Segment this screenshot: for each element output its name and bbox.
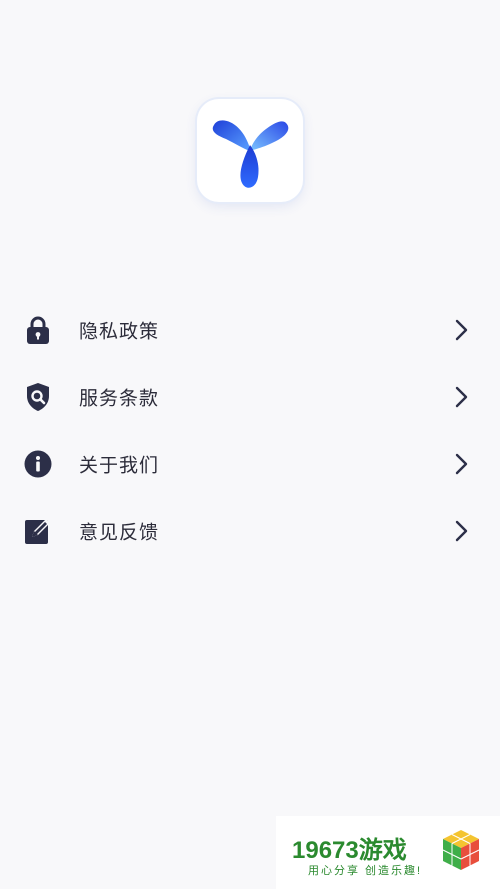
cube-logo-icon — [442, 830, 480, 870]
menu-item-label: 隐私政策 — [79, 321, 160, 342]
chevron-right-icon — [455, 319, 468, 340]
info-icon — [24, 450, 52, 478]
settings-menu: 隐私政策 服务条款 关于我们 意见反馈 — [0, 296, 500, 564]
chevron-right-icon — [455, 453, 468, 474]
app-logo — [197, 99, 303, 202]
menu-item-about-us[interactable]: 关于我们 — [0, 430, 500, 497]
edit-icon — [24, 517, 52, 545]
menu-item-privacy-policy[interactable]: 隐私政策 — [0, 296, 500, 363]
shield-search-icon — [24, 382, 52, 411]
lock-icon — [24, 316, 52, 344]
menu-item-terms-of-service[interactable]: 服务条款 — [0, 363, 500, 430]
menu-item-label: 关于我们 — [79, 455, 160, 476]
watermark-brand: 19673游戏 — [292, 837, 407, 864]
chevron-right-icon — [455, 386, 468, 407]
watermark-badge: 19673游戏 用心分享 创造乐趣! — [276, 816, 500, 889]
y-logo-icon — [212, 119, 289, 188]
watermark-slogan: 用心分享 创造乐趣! — [308, 865, 423, 877]
menu-item-label: 意见反馈 — [79, 522, 160, 543]
menu-item-label: 服务条款 — [79, 388, 160, 409]
chevron-right-icon — [455, 520, 468, 541]
menu-item-feedback[interactable]: 意见反馈 — [0, 497, 500, 564]
